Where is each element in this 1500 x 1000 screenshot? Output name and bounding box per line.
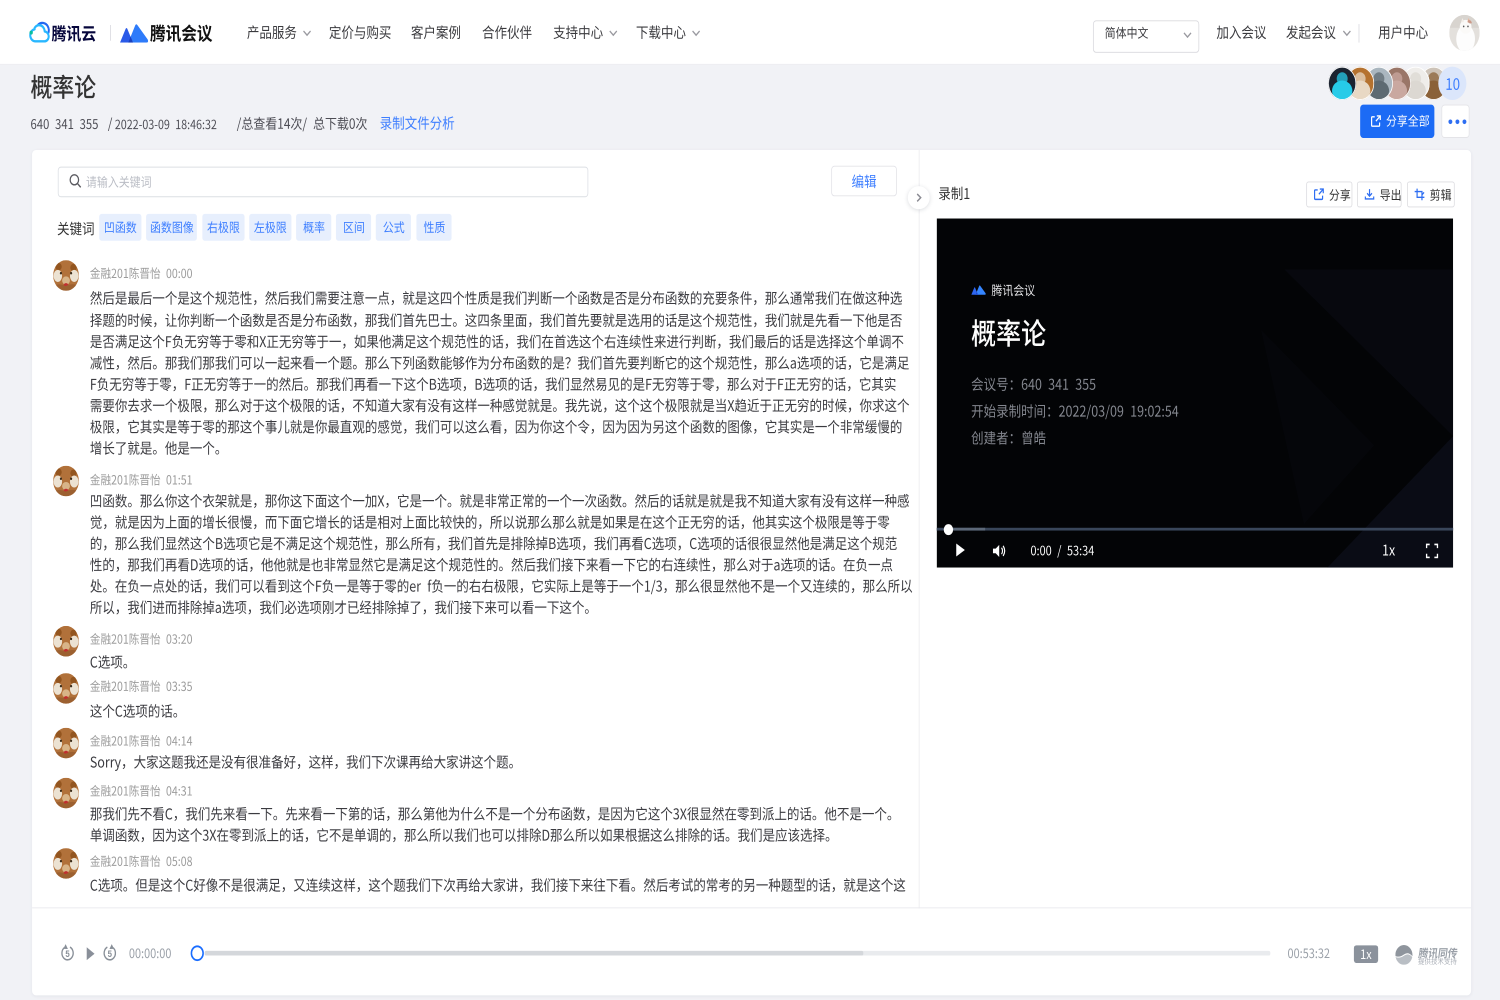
svg-text:5: 5 — [108, 948, 113, 959]
svg-text:5: 5 — [65, 948, 70, 959]
